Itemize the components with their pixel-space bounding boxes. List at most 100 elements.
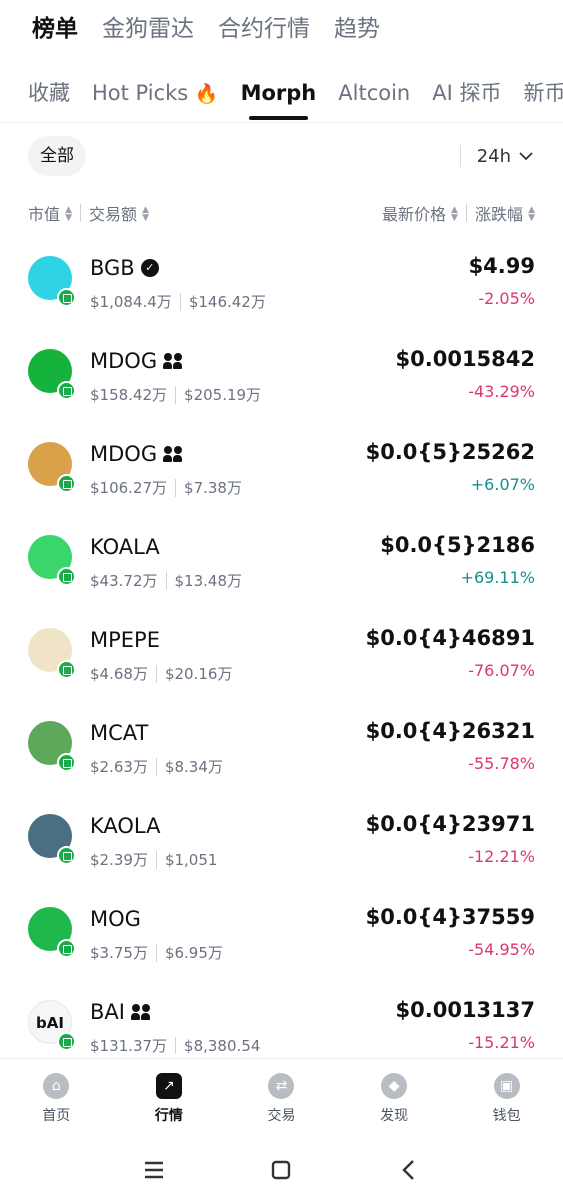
token-row[interactable]: KOALA $43.72万 $13.48万 $0.0{5}2186 +69.11% (0, 515, 563, 608)
token-symbol: MDOG (90, 349, 183, 373)
token-stats: $1,084.4万 $146.42万 (90, 291, 266, 312)
token-row[interactable]: bAI BAI $131.37万 $8,380.54 $0.0013137 -15.21% (0, 980, 563, 1054)
col-price-label: 最新价格 (381, 205, 446, 224)
col-change[interactable]: 涨跌幅 ▲ ▼ (475, 201, 535, 225)
stat-divider (175, 385, 177, 404)
token-change: -76.07% (468, 661, 535, 680)
morph-chain-icon (57, 474, 76, 493)
token-change: +69.11% (460, 568, 535, 587)
token-row[interactable]: MDOG $106.27万 $7.38万 $0.0{5}25262 +6.07% (0, 422, 563, 515)
subtab-altcoin[interactable]: Altcoin (338, 74, 410, 112)
back-icon[interactable] (389, 1150, 429, 1190)
token-price: $0.0{4}37559 (365, 905, 535, 929)
nav-wallet[interactable]: ▣ 钱包 (450, 1059, 563, 1136)
col-volume[interactable]: 交易额 ▲ ▼ (89, 201, 149, 225)
token-row[interactable]: BGB ✓ $1,084.4万 $146.42万 $4.99 -2.05% (0, 236, 563, 329)
token-row[interactable]: MCAT $2.63万 $8.34万 $0.0{4}26321 -55.78% (0, 701, 563, 794)
tab-gold-dog-radar[interactable]: 金狗雷达 (102, 9, 194, 43)
token-mcap: $1,084.4万 (90, 293, 172, 311)
token-stats: $2.39万 $1,051 (90, 849, 217, 870)
token-price: $0.0{5}25262 (365, 440, 535, 464)
token-mcap: $106.27万 (90, 479, 168, 497)
market-chart-icon: ↗ (155, 1073, 182, 1099)
token-row[interactable]: MPEPE $4.68万 $20.16万 $0.0{4}46891 -76.07% (0, 608, 563, 701)
nav-label: 首页 (42, 1108, 71, 1124)
discover-icon: ◆ (381, 1073, 408, 1099)
stat-divider (155, 943, 157, 962)
token-price: $0.0013137 (395, 998, 535, 1022)
token-symbol-text: KOALA (90, 535, 160, 559)
token-price: $0.0{5}2186 (380, 533, 535, 557)
stat-divider (165, 571, 167, 590)
token-row[interactable]: MOG $3.75万 $6.95万 $0.0{4}37559 -54.95% (0, 887, 563, 980)
home-icon: ⌂ (43, 1073, 70, 1099)
token-price: $0.0{4}46891 (365, 626, 535, 650)
tab-trends[interactable]: 趋势 (334, 9, 380, 43)
community-icon (163, 446, 183, 462)
nav-trade[interactable]: ⇄ 交易 (225, 1059, 338, 1136)
token-symbol: MPEPE (90, 628, 160, 652)
subtab-favorites[interactable]: 收藏 (28, 74, 70, 112)
system-nav-bar (0, 1140, 563, 1200)
nav-label: 行情 (154, 1108, 183, 1124)
tab-contract-market[interactable]: 合约行情 (218, 9, 310, 43)
subtab-morph[interactable]: Morph (241, 74, 316, 120)
column-headers: 市值 ▲ ▼ 交易额 ▲ ▼ 最新价格 ▲ ▼ 涨跌幅 ▲ ▼ (28, 201, 535, 227)
filter-all-chip[interactable]: 全部 (28, 136, 86, 176)
token-volume: $8,380.54 (184, 1036, 261, 1055)
token-stats: $2.63万 $8.34万 (90, 756, 223, 777)
token-symbol: MOG (90, 907, 141, 931)
token-change: -12.21% (468, 847, 535, 866)
home-square-icon[interactable] (261, 1150, 301, 1190)
sort-icon: ▲ ▼ (65, 205, 73, 223)
col-divider (80, 204, 82, 222)
bottom-nav: ⌂ 首页 ↗ 行情 ⇄ 交易 ◆ 发现 ▣ 钱包 (0, 1058, 563, 1136)
token-list: BGB ✓ $1,084.4万 $146.42万 $4.99 -2.05% MDOG $158… (0, 236, 563, 1054)
tab-leaderboard[interactable]: 榜单 (32, 9, 78, 43)
token-symbol: BGB ✓ (90, 256, 159, 280)
token-stats: $106.27万 $7.38万 (90, 477, 242, 498)
token-symbol-text: MDOG (90, 349, 158, 373)
col-mcap[interactable]: 市值 ▲ ▼ (28, 201, 72, 225)
morph-chain-icon (57, 1032, 76, 1051)
nav-label: 发现 (380, 1108, 409, 1124)
token-symbol-text: MOG (90, 907, 141, 931)
col-mcap-label: 市值 (28, 205, 61, 224)
menu-icon[interactable] (134, 1150, 174, 1190)
token-mcap: $4.68万 (90, 665, 148, 683)
header-divider (0, 122, 563, 123)
col-volume-label: 交易额 (89, 205, 138, 224)
col-price[interactable]: 最新价格 ▲ ▼ (382, 201, 458, 225)
chevron-down-icon (519, 152, 533, 161)
token-symbol-text: BAI (90, 1000, 125, 1024)
token-mcap: $131.37万 (90, 1037, 168, 1054)
token-change: -2.05% (478, 289, 535, 308)
nav-discover[interactable]: ◆ 发现 (338, 1059, 451, 1136)
token-row[interactable]: MDOG $158.42万 $205.19万 $0.0015842 -43.29% (0, 329, 563, 422)
subtab-new-coins[interactable]: 新币 (523, 74, 563, 112)
token-symbol: MDOG (90, 442, 183, 466)
token-stats: $158.42万 $205.19万 (90, 384, 261, 405)
nav-market-chart[interactable]: ↗ 行情 (113, 1059, 226, 1136)
sort-icon: ▲ ▼ (451, 205, 458, 223)
stat-divider (155, 757, 157, 776)
community-icon (163, 353, 183, 369)
sort-icon: ▲ ▼ (528, 205, 535, 223)
token-change: -15.21% (468, 1033, 535, 1052)
period-selector[interactable]: 24h (459, 136, 535, 176)
filter-row: 全部 24h (28, 136, 535, 178)
sort-icon: ▲ ▼ (142, 205, 150, 223)
token-symbol: MCAT (90, 721, 148, 745)
token-stats: $4.68万 $20.16万 (90, 663, 232, 684)
stat-divider (175, 1036, 177, 1054)
token-price: $0.0{4}26321 (365, 719, 535, 743)
token-row[interactable]: KAOLA $2.39万 $1,051 $0.0{4}23971 -12.21% (0, 794, 563, 887)
token-change: +6.07% (470, 475, 535, 494)
nav-home[interactable]: ⌂ 首页 (0, 1059, 113, 1136)
token-change: -55.78% (468, 754, 535, 773)
subtab-hot-picks[interactable]: Hot Picks 🔥 (92, 74, 219, 112)
token-volume: $7.38万 (184, 479, 242, 497)
token-volume: $13.48万 (174, 572, 243, 590)
token-volume: $1,051 (164, 850, 218, 869)
subtab-ai-discover[interactable]: AI 探币 (432, 74, 501, 112)
